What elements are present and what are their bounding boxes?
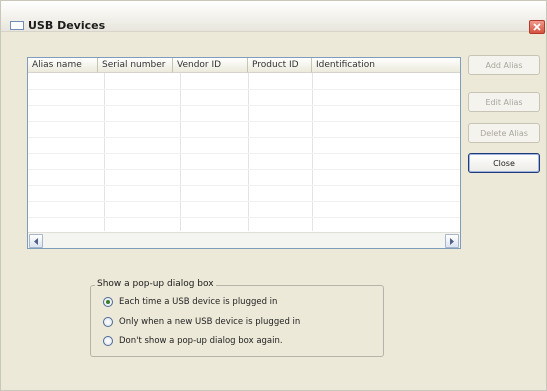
row-divider [28, 105, 460, 106]
radio-label: Don't show a pop-up dialog box again. [119, 336, 283, 346]
radio-option-dont-show[interactable]: Don't show a pop-up dialog box again. [103, 334, 283, 348]
close-x-icon [533, 23, 541, 31]
usb-devices-dialog: USB Devices Alias name Serial number Ven… [0, 0, 547, 391]
close-window-button[interactable] [529, 20, 545, 34]
radio-button[interactable] [103, 336, 113, 346]
radio-label: Only when a new USB device is plugged in [119, 317, 301, 327]
row-divider [28, 201, 460, 202]
close-button[interactable]: Close [468, 153, 540, 173]
delete-alias-button[interactable]: Delete Alias [468, 123, 540, 143]
scroll-right-arrow-icon [450, 238, 454, 245]
column-header-identification[interactable]: Identification [312, 58, 460, 73]
row-divider [28, 217, 460, 218]
column-divider [248, 73, 249, 231]
radio-button[interactable] [103, 297, 113, 307]
radio-button[interactable] [103, 317, 113, 327]
row-divider [28, 89, 460, 90]
window-title: USB Devices [28, 19, 106, 32]
row-divider [28, 185, 460, 186]
window-icon [10, 21, 24, 30]
scroll-left-arrow-icon [34, 238, 38, 245]
scroll-right-button[interactable] [445, 234, 459, 248]
row-divider [28, 169, 460, 170]
radio-label: Each time a USB device is plugged in [119, 297, 278, 307]
list-header: Alias name Serial number Vendor ID Produ… [28, 58, 460, 73]
popup-options-group: Show a pop-up dialog box Each time a USB… [90, 279, 384, 357]
column-header-product-id[interactable]: Product ID [248, 58, 312, 73]
column-divider [312, 73, 313, 231]
radio-option-each-time[interactable]: Each time a USB device is plugged in [103, 295, 277, 309]
column-divider [180, 73, 181, 231]
radio-option-new-device[interactable]: Only when a new USB device is plugged in [103, 315, 300, 329]
row-divider [28, 153, 460, 154]
scroll-left-button[interactable] [29, 234, 43, 248]
edit-alias-button[interactable]: Edit Alias [468, 92, 540, 112]
row-divider [28, 121, 460, 122]
column-header-serial-number[interactable]: Serial number [98, 58, 173, 73]
column-divider [104, 73, 105, 231]
usb-devices-list[interactable]: Alias name Serial number Vendor ID Produ… [27, 57, 461, 249]
row-divider [28, 137, 460, 138]
group-legend: Show a pop-up dialog box [95, 279, 216, 289]
horizontal-scrollbar[interactable] [28, 232, 460, 248]
title-bar[interactable]: USB Devices [1, 1, 546, 34]
add-alias-button[interactable]: Add Alias [468, 55, 540, 75]
column-header-alias-name[interactable]: Alias name [28, 58, 98, 73]
column-header-vendor-id[interactable]: Vendor ID [173, 58, 248, 73]
